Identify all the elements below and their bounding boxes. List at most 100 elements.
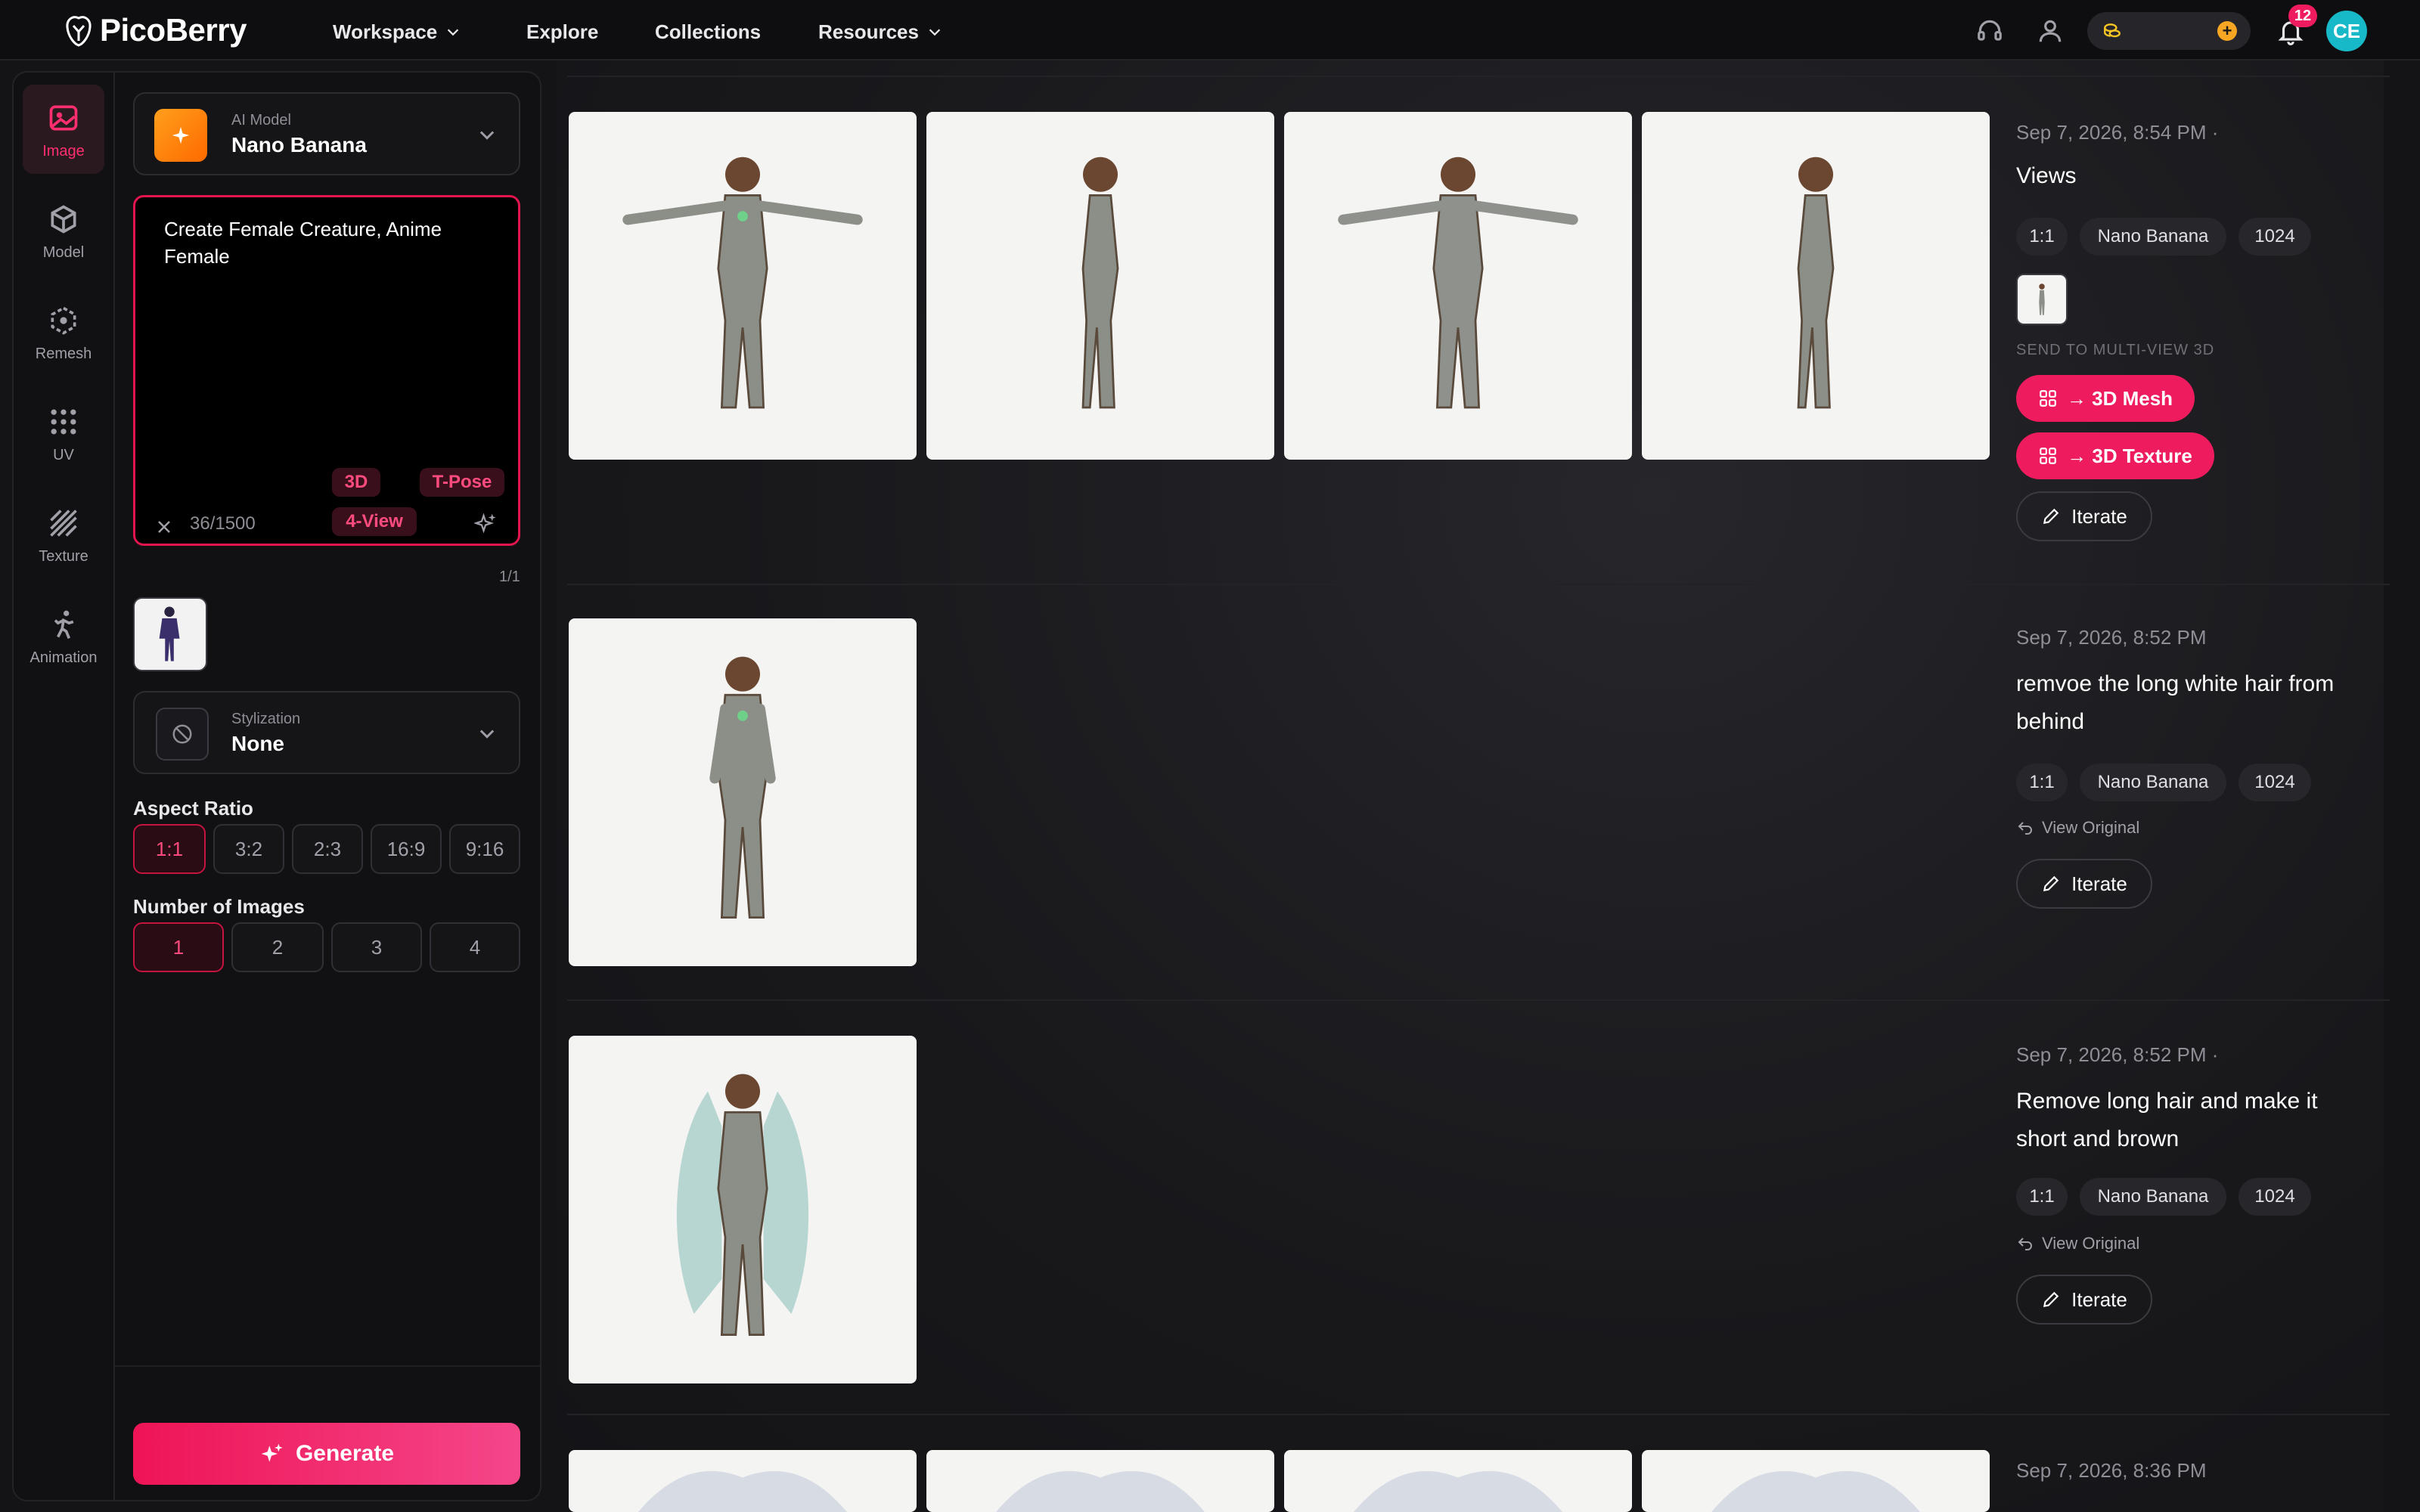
- sparkle-icon[interactable]: [474, 512, 497, 534]
- generated-image[interactable]: [1284, 1450, 1632, 1512]
- rail-model[interactable]: Model: [23, 186, 104, 275]
- chevron-down-icon: [448, 29, 459, 36]
- aspect-chip: 1:1: [2016, 218, 2068, 256]
- nav-collections-label: Collections: [655, 20, 762, 43]
- iterate-button[interactable]: Iterate: [2016, 859, 2152, 909]
- generated-image[interactable]: [1642, 112, 1990, 460]
- views-thumbnail[interactable]: [2016, 274, 2068, 325]
- iterate-label: Iterate: [2071, 504, 2127, 528]
- generated-image[interactable]: [926, 112, 1274, 460]
- send-to-3d-mesh-button[interactable]: → 3D Mesh: [2016, 375, 2195, 422]
- generated-image[interactable]: [1642, 1450, 1990, 1512]
- feed-row-divider: [567, 1414, 2390, 1415]
- generated-image[interactable]: [569, 1036, 917, 1383]
- generated-image[interactable]: [1284, 112, 1632, 460]
- rail-texture[interactable]: Texture: [23, 490, 104, 579]
- creature-side-image: [1081, 156, 1119, 409]
- ai-model-select[interactable]: AI Model Nano Banana: [133, 92, 520, 175]
- aspect-1-1[interactable]: 1:1: [133, 824, 206, 874]
- nav-explore-label: Explore: [526, 20, 599, 43]
- rail-uv[interactable]: UV: [23, 389, 104, 478]
- tag-4view[interactable]: 4-View: [332, 507, 417, 536]
- aspect-3-2[interactable]: 3:2: [213, 824, 284, 874]
- generated-image[interactable]: [569, 618, 917, 966]
- stylization-select[interactable]: Stylization None: [133, 691, 520, 774]
- nav-workspace[interactable]: Workspace: [333, 17, 461, 47]
- view-original-label: View Original: [2042, 818, 2140, 837]
- aspect-2-3[interactable]: 2:3: [292, 824, 363, 874]
- close-icon[interactable]: [155, 518, 173, 536]
- reference-image-thumbnail[interactable]: [133, 597, 207, 671]
- credits-pill[interactable]: +: [2087, 12, 2251, 50]
- send-to-3d-mesh-label: → 3D Mesh: [2066, 386, 2173, 410]
- creature-side-image: [1797, 156, 1835, 409]
- nav-workspace-label: Workspace: [333, 20, 438, 43]
- iterate-button[interactable]: Iterate: [2016, 1275, 2152, 1325]
- view-original-link[interactable]: View Original: [2016, 818, 2139, 838]
- user-avatar[interactable]: CE: [2326, 11, 2367, 51]
- undo-arrow-icon: [2018, 822, 2032, 835]
- model-badge: [154, 109, 207, 162]
- num-images-1[interactable]: 1: [133, 922, 224, 972]
- character-thumbnail-icon: [159, 606, 180, 662]
- feed-row-divider: [567, 584, 2390, 585]
- pencil-icon: [2043, 875, 2059, 892]
- aspect-chip: 1:1: [2016, 764, 2068, 801]
- aspect-ratio-label: Aspect Ratio: [133, 797, 253, 820]
- prompt-textarea[interactable]: Create Female Creature, Anime Female 3D …: [133, 195, 520, 546]
- aspect-9-16[interactable]: 9:16: [449, 824, 520, 874]
- resolution-chip: 1024: [2238, 1178, 2311, 1216]
- creature-mini-image: [2039, 284, 2045, 315]
- character-count: 36/1500: [190, 513, 256, 534]
- generation-timestamp: Sep 7, 2026, 8:36 PM: [2016, 1459, 2207, 1482]
- ai-model-caption: AI Model: [231, 112, 291, 129]
- nav-collections[interactable]: Collections: [655, 17, 761, 47]
- rail-uv-label: UV: [53, 447, 74, 463]
- send-to-multiview-label: SEND TO MULTI-VIEW 3D: [2016, 342, 2215, 358]
- generated-image[interactable]: [569, 112, 917, 460]
- add-credits-button[interactable]: +: [2217, 21, 2237, 41]
- grid-four-icon: [2040, 390, 2056, 407]
- notification-count-badge: 12: [2288, 5, 2317, 27]
- rail-remesh-label: Remesh: [35, 345, 92, 362]
- rail-model-label: Model: [42, 244, 85, 261]
- nav-resources[interactable]: Resources: [818, 17, 943, 47]
- rail-animation[interactable]: Animation: [23, 591, 104, 680]
- generate-button[interactable]: Generate: [133, 1423, 520, 1485]
- num-images-2[interactable]: 2: [231, 922, 324, 972]
- tag-3d[interactable]: 3D: [332, 468, 380, 497]
- user-icon[interactable]: [2036, 17, 2065, 45]
- ban-icon: [172, 724, 192, 744]
- grid-icon: [51, 409, 76, 435]
- stylization-badge: [156, 708, 209, 761]
- feed-top-divider: [567, 76, 2390, 77]
- texture-icon: [50, 510, 77, 537]
- brand-name: PicoBerry: [100, 12, 247, 48]
- generated-image[interactable]: [926, 1450, 1274, 1512]
- creature-long-hair-image: [676, 1074, 809, 1336]
- num-images-4[interactable]: 4: [430, 922, 520, 972]
- headset-icon[interactable]: [1975, 17, 2004, 45]
- iterate-label: Iterate: [2071, 872, 2127, 895]
- prompt-text[interactable]: Create Female Creature, Anime Female: [164, 215, 497, 270]
- creature-front-tpose-image: [622, 156, 863, 409]
- generation-timestamp: Sep 7, 2026, 8:54 PM ·: [2016, 121, 2219, 144]
- generated-image[interactable]: [569, 1450, 917, 1512]
- brand-logo[interactable]: PicoBerry: [64, 11, 247, 50]
- rail-image[interactable]: Image: [23, 85, 104, 174]
- aspect-16-9[interactable]: 16:9: [371, 824, 442, 874]
- nav-resources-label: Resources: [818, 20, 919, 43]
- stylization-value: None: [231, 732, 284, 755]
- rail-animation-label: Animation: [29, 649, 98, 666]
- rail-remesh[interactable]: Remesh: [23, 287, 104, 376]
- send-to-3d-texture-button[interactable]: → 3D Texture: [2016, 432, 2214, 479]
- nav-explore[interactable]: Explore: [526, 17, 598, 47]
- pencil-icon: [2043, 1291, 2059, 1308]
- tag-tpose[interactable]: T-Pose: [420, 468, 504, 497]
- aspect-chip: 1:1: [2016, 1178, 2068, 1216]
- undo-arrow-icon: [2018, 1238, 2032, 1250]
- view-original-link[interactable]: View Original: [2016, 1234, 2139, 1253]
- send-to-3d-texture-label: → 3D Texture: [2067, 444, 2192, 467]
- num-images-3[interactable]: 3: [331, 922, 422, 972]
- iterate-button[interactable]: Iterate: [2016, 491, 2152, 541]
